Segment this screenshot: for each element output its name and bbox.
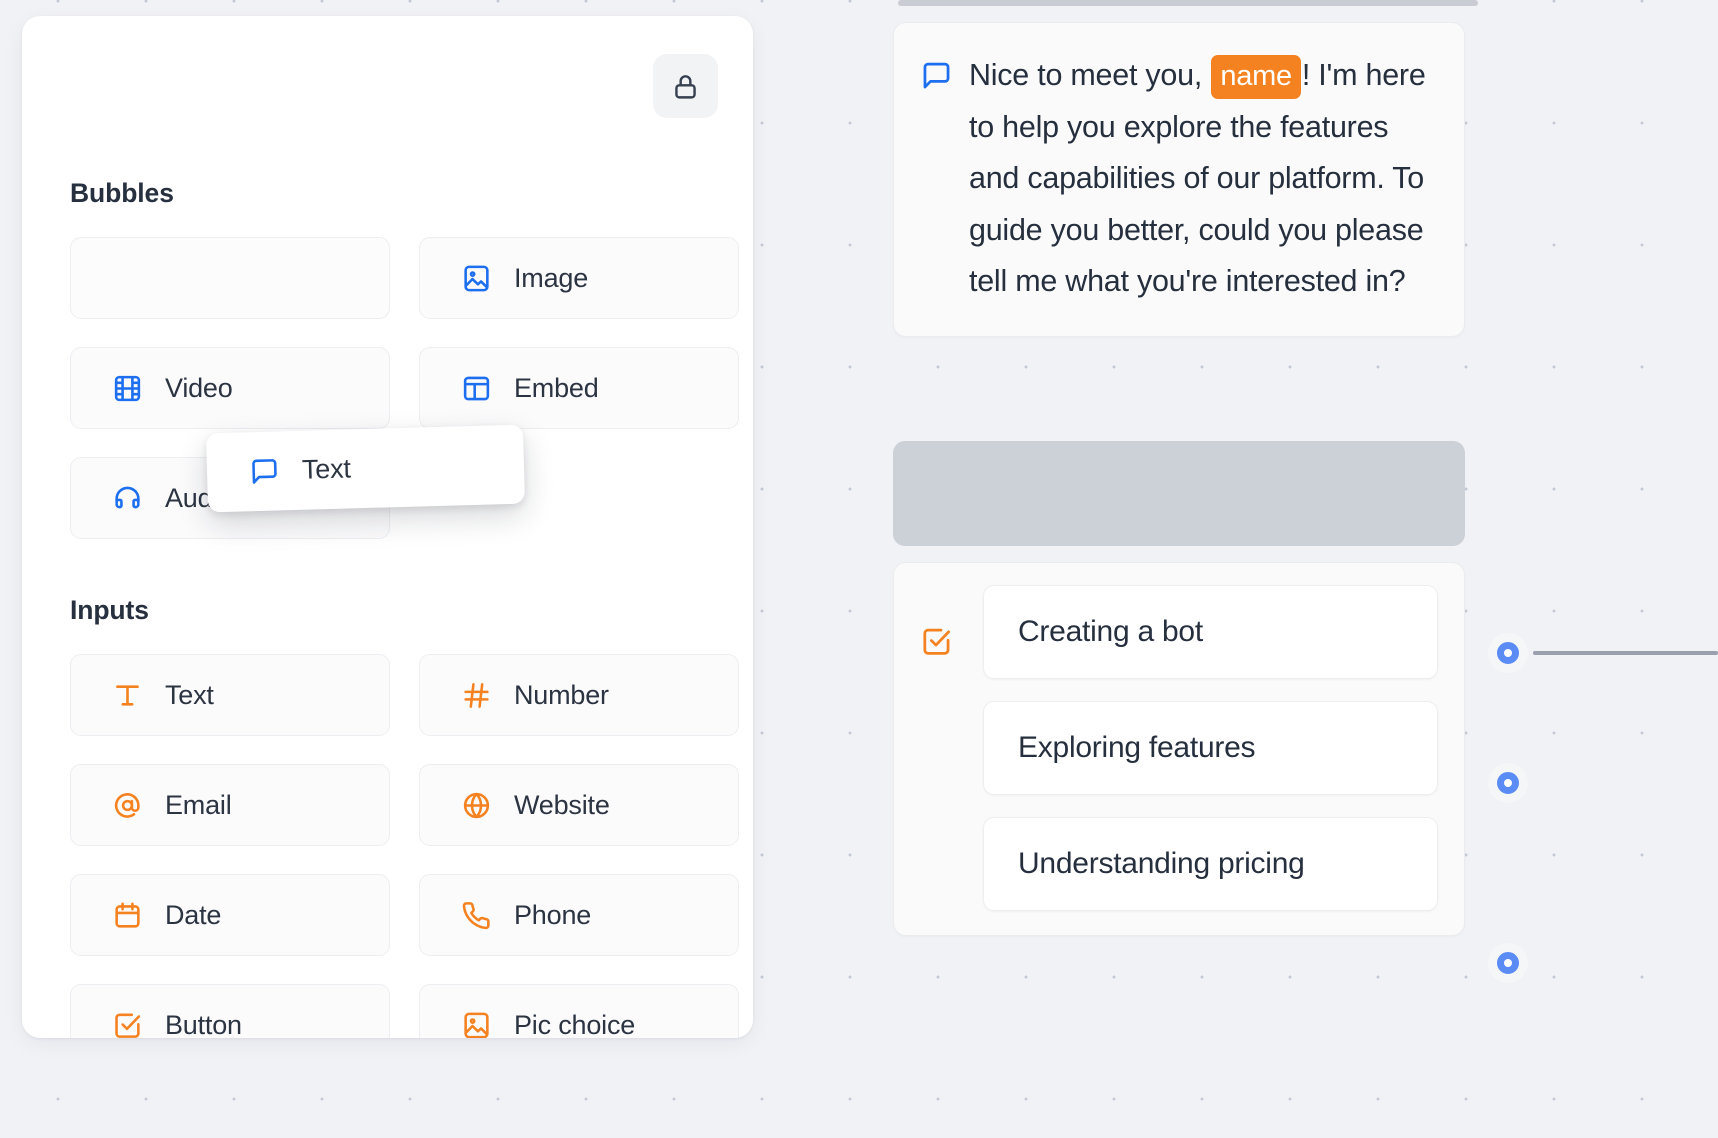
block-card-date[interactable]: Date — [70, 874, 390, 956]
block-label: Phone — [514, 900, 591, 931]
message-icon — [920, 59, 953, 92]
block-card-email[interactable]: Email — [70, 764, 390, 846]
node-text-bubble[interactable]: Nice to meet you, name! I'm here to help… — [893, 22, 1465, 337]
block-label: Video — [165, 373, 233, 404]
block-label: Website — [514, 790, 610, 821]
block-card-embed[interactable]: Embed — [419, 347, 739, 429]
block-card-button[interactable]: Button — [70, 984, 390, 1038]
bubble-message-text: Nice to meet you, name! I'm here to help… — [969, 50, 1436, 308]
block-label: Email — [165, 790, 232, 821]
audio-icon — [112, 483, 143, 514]
video-icon — [112, 373, 143, 404]
button-icon — [112, 1010, 143, 1039]
block-card-website[interactable]: Website — [419, 764, 739, 846]
connection-handle-choice-1[interactable] — [1488, 633, 1528, 673]
date-icon — [112, 900, 143, 931]
block-card-image[interactable]: Image — [419, 237, 739, 319]
email-icon — [112, 790, 143, 821]
number-icon — [461, 680, 492, 711]
block-label: Number — [514, 680, 609, 711]
block-label: Image — [514, 263, 588, 294]
button-choice-icon — [920, 625, 953, 658]
choice-item[interactable]: Exploring features — [983, 701, 1438, 795]
message-icon — [249, 455, 281, 487]
block-card-text[interactable]: Text — [70, 654, 390, 736]
choice-label: Exploring features — [1018, 722, 1255, 773]
website-icon — [461, 790, 492, 821]
bubble-text-before: Nice to meet you, — [969, 58, 1210, 92]
choice-label: Creating a bot — [1018, 606, 1203, 657]
inputs-block-grid: Text Number Email — [70, 654, 739, 1038]
section-title-inputs: Inputs — [70, 595, 149, 626]
image-icon — [461, 263, 492, 294]
connection-edge — [1533, 651, 1718, 655]
block-label: Button — [165, 1010, 242, 1039]
embed-icon — [461, 373, 492, 404]
phone-icon — [461, 900, 492, 931]
dragged-block-label: Text — [302, 453, 352, 485]
block-label: Pic choice — [514, 1010, 635, 1039]
dragged-block-ghost-text[interactable]: Text — [206, 425, 525, 513]
block-card-video[interactable]: Video — [70, 347, 390, 429]
drop-placeholder — [893, 441, 1465, 546]
lock-icon — [671, 72, 700, 101]
choice-options-list: Creating a bot Exploring features Unders… — [983, 585, 1438, 911]
choice-item[interactable]: Understanding pricing — [983, 817, 1438, 911]
choice-label: Understanding pricing — [1018, 838, 1305, 889]
node-button-choices[interactable]: Creating a bot Exploring features Unders… — [893, 562, 1465, 936]
choice-item[interactable]: Creating a bot — [983, 585, 1438, 679]
block-card-empty-slot — [70, 237, 390, 319]
block-label: Embed — [514, 373, 599, 404]
section-title-bubbles: Bubbles — [70, 178, 174, 209]
pic-choice-icon — [461, 1010, 492, 1039]
bubble-text-after: ! I'm here to help you explore the featu… — [969, 58, 1426, 298]
block-card-number[interactable]: Number — [419, 654, 739, 736]
block-label: Text — [165, 680, 214, 711]
block-label: Date — [165, 900, 221, 931]
blocks-sidebar-panel: Bubbles Image Video — [22, 16, 753, 1038]
text-input-icon — [112, 680, 143, 711]
variable-chip-name[interactable]: name — [1211, 55, 1301, 99]
connection-handle-choice-3[interactable] — [1488, 943, 1528, 983]
block-card-phone[interactable]: Phone — [419, 874, 739, 956]
lock-button[interactable] — [653, 54, 718, 118]
node-group-drag-bar[interactable] — [898, 0, 1478, 6]
connection-handle-choice-2[interactable] — [1488, 763, 1528, 803]
block-card-pic-choice[interactable]: Pic choice — [419, 984, 739, 1038]
